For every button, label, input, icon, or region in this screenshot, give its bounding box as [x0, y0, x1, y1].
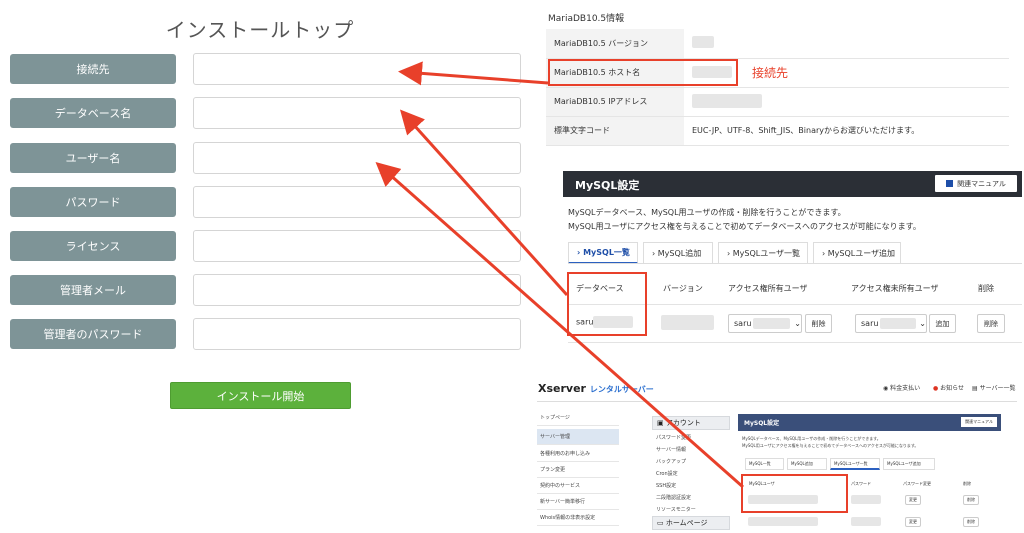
arrow-host — [398, 61, 549, 86]
arrow-username — [375, 162, 744, 489]
arrow-database — [399, 109, 569, 297]
annotation-arrows — [375, 61, 744, 489]
